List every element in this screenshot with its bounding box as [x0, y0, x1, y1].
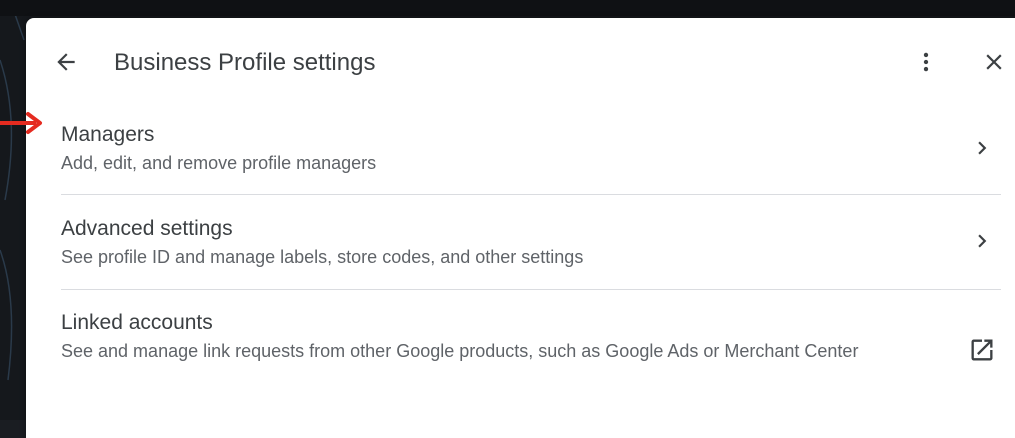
settings-item-linked-accounts[interactable]: Linked accounts See and manage link requ… — [26, 290, 1015, 420]
chevron-right-button[interactable] — [966, 225, 998, 257]
settings-item-managers[interactable]: Managers Add, edit, and remove profile m… — [26, 108, 1015, 194]
back-button[interactable] — [50, 46, 82, 78]
item-title: Linked accounts — [61, 311, 213, 334]
chevron-right-button[interactable] — [966, 132, 998, 164]
settings-panel: Business Profile settings Managers Add, … — [26, 18, 1015, 438]
item-subtitle: Add, edit, and remove profile managers — [61, 153, 377, 173]
arrow-back-icon — [57, 53, 75, 71]
close-icon — [986, 54, 1002, 70]
item-subtitle: See profile ID and manage labels, store … — [61, 247, 584, 267]
item-title: Managers — [61, 123, 155, 146]
panel-header: Business Profile settings — [26, 18, 1015, 108]
more-options-button[interactable] — [910, 46, 942, 78]
close-button[interactable] — [978, 46, 1010, 78]
item-title: Advanced settings — [61, 217, 233, 240]
chevron-right-icon — [978, 234, 987, 248]
open-in-new-icon — [971, 339, 993, 361]
top-strip — [0, 0, 1015, 16]
page-title: Business Profile settings — [114, 49, 376, 76]
settings-item-advanced[interactable]: Advanced settings See profile ID and man… — [26, 195, 1015, 289]
item-subtitle: See and manage link requests from other … — [61, 341, 859, 361]
red-arrow-annotation — [0, 112, 42, 134]
open-in-new-button[interactable] — [966, 334, 998, 366]
chevron-right-icon — [978, 141, 987, 155]
more-vert-icon — [923, 52, 929, 72]
